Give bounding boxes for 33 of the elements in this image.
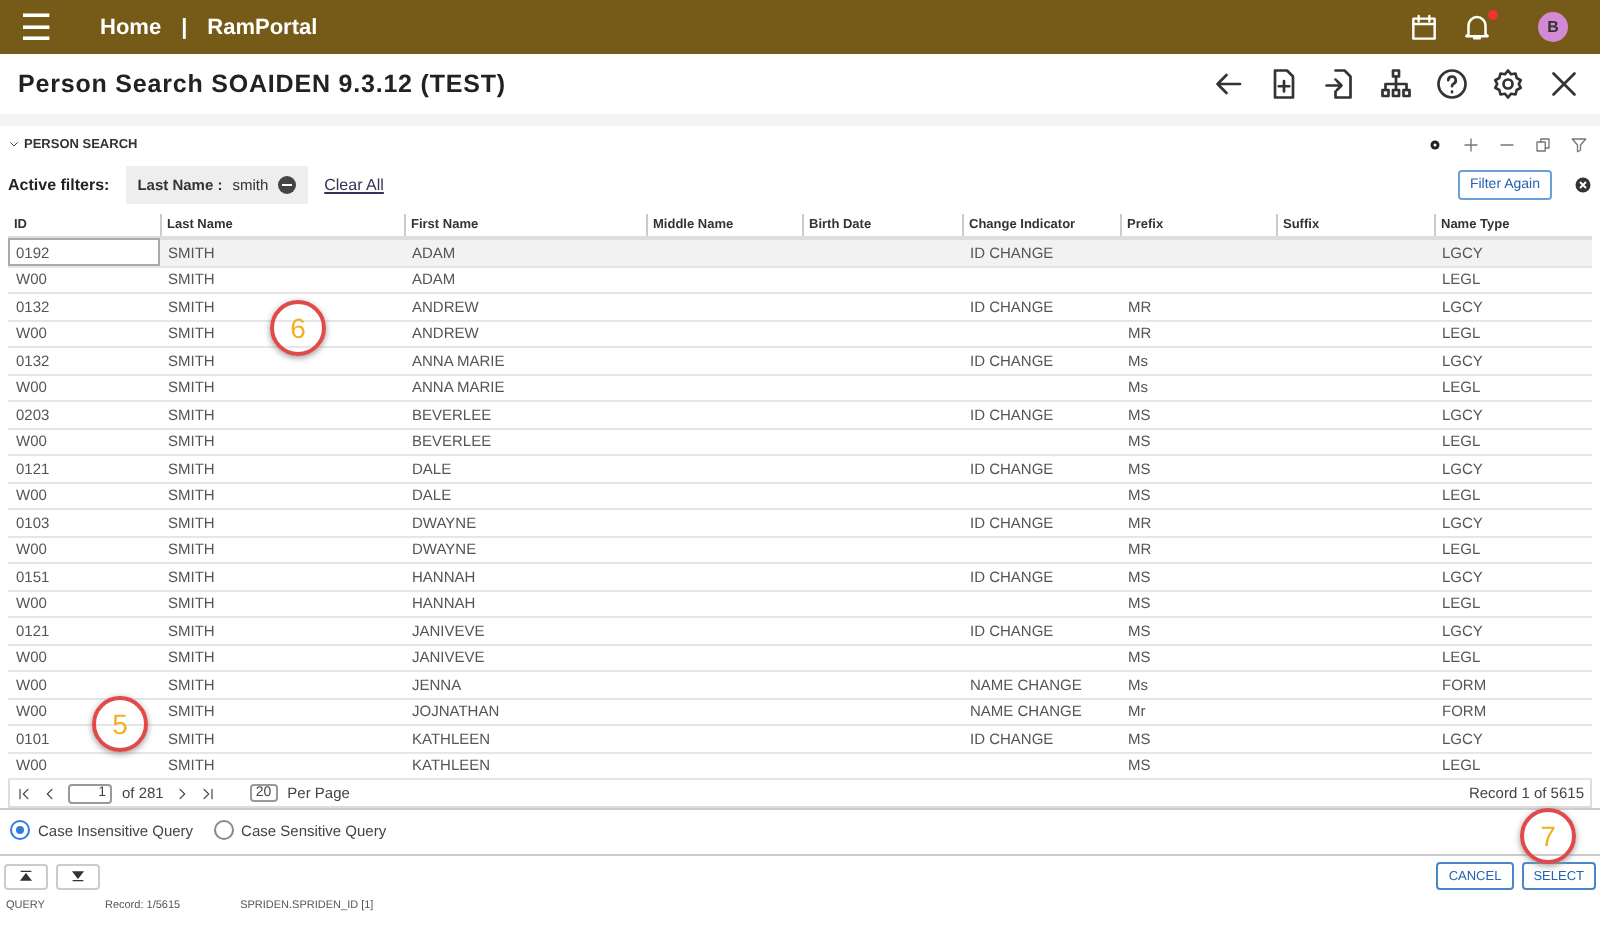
separator: |	[181, 15, 188, 39]
filters-label: Active filters:	[8, 175, 110, 193]
scroll-top-button[interactable]	[4, 863, 48, 889]
plus-icon[interactable]	[1462, 135, 1480, 153]
portal-link[interactable]: RamPortal	[207, 15, 318, 39]
window-title: Person Search SOAIDEN 9.3.12 (TEST)	[18, 70, 508, 98]
callout-marker: 7	[1520, 808, 1576, 864]
close-icon[interactable]	[1546, 66, 1582, 102]
last-page-icon[interactable]	[199, 785, 216, 801]
previous-page-icon[interactable]	[42, 785, 58, 801]
filter-icon[interactable]	[1570, 135, 1588, 153]
copy-icon[interactable]	[1534, 135, 1552, 153]
import-document-icon[interactable]	[1322, 66, 1358, 102]
avatar[interactable]: B	[1538, 12, 1568, 42]
close-icon[interactable]	[1574, 175, 1592, 193]
next-page-icon[interactable]	[173, 785, 190, 801]
home-link[interactable]: Home	[100, 15, 162, 39]
first-page-icon[interactable]	[16, 785, 32, 801]
calendar-icon[interactable]	[1408, 11, 1440, 43]
clear-all-link[interactable]: Clear All	[324, 175, 384, 193]
callout-marker: 5	[92, 696, 148, 752]
bottom-icon	[68, 868, 88, 884]
hierarchy-icon[interactable]	[1378, 66, 1414, 102]
top-icon	[16, 868, 36, 884]
chevron-down-icon[interactable]	[8, 138, 20, 150]
remove-icon[interactable]	[278, 175, 297, 193]
callout-marker: 6	[270, 300, 326, 356]
bell-icon[interactable]	[1460, 10, 1494, 44]
radio-button[interactable]	[10, 820, 30, 840]
scroll-bottom-button[interactable]	[56, 863, 100, 889]
radio-button[interactable]	[213, 820, 234, 840]
help-icon[interactable]	[1434, 66, 1470, 102]
menu-icon[interactable]: ☰	[20, 5, 60, 49]
